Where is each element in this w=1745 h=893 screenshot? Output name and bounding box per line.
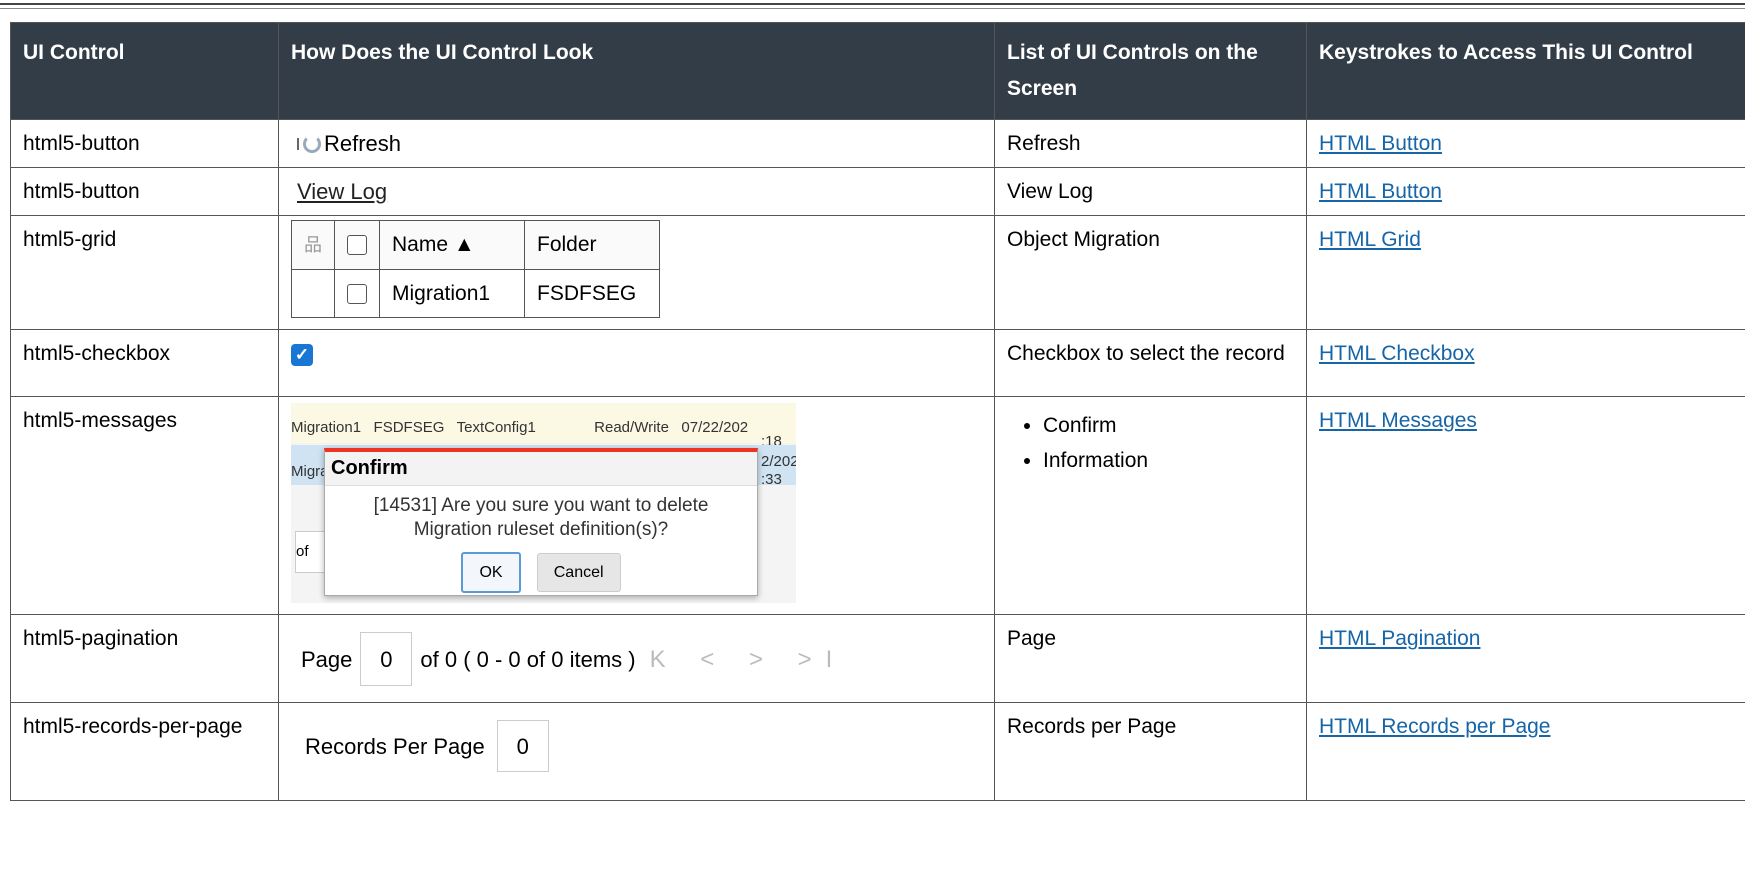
row-checkbox[interactable]: [334, 269, 380, 318]
sample-cell: Refresh: [278, 119, 995, 168]
records-label: Records Per Page: [305, 733, 485, 759]
link-cell: HTML Button: [1306, 119, 1745, 168]
sample-cell: Migration1 FSDFSEG TextConfig1 Read/Writ…: [278, 396, 995, 615]
pagination-sample: Page 0 of 0 ( 0 - 0 of 0 items ) K < > >…: [291, 626, 982, 686]
control-name: html5-grid: [10, 215, 279, 330]
link-cell: HTML Records per Page: [1306, 702, 1745, 801]
link-cell: HTML Pagination: [1306, 614, 1745, 703]
table-row: html5-records-per-page Records Per Page …: [10, 702, 1745, 801]
top-rule: [0, 3, 1745, 5]
view-log-sample[interactable]: View Log: [291, 179, 982, 204]
grid-cell-name: Migration1: [379, 269, 525, 318]
table-header-row: UI Control How Does the UI Control Look …: [10, 22, 1745, 120]
grid-header-row: 品 Name ▲ Folder: [291, 220, 660, 270]
confirm-dialog: Confirm [14531] Are you sure you want to…: [324, 448, 758, 596]
keystroke-link[interactable]: HTML Records per Page: [1319, 715, 1550, 738]
link-cell: HTML Button: [1306, 167, 1745, 216]
page-summary: of 0 ( 0 - 0 of 0 items ): [420, 646, 636, 672]
keystroke-link[interactable]: HTML Messages: [1319, 409, 1477, 432]
cancel-button[interactable]: Cancel: [536, 553, 621, 592]
bg-grid-row: Migration1 FSDFSEG TextConfig1 Read/Writ…: [291, 403, 796, 450]
link-cell: HTML Grid: [1306, 215, 1745, 330]
keystroke-link[interactable]: HTML Button: [1319, 132, 1442, 155]
table-row: html5-button Refresh Refresh HTML Button: [10, 119, 1745, 168]
keystroke-link[interactable]: HTML Button: [1319, 180, 1442, 203]
control-name: html5-messages: [10, 396, 279, 615]
refresh-icon: [303, 134, 321, 153]
sample-cell: 品 Name ▲ Folder Migration1 FSDFSEG: [278, 215, 995, 330]
keystroke-link[interactable]: HTML Pagination: [1319, 627, 1480, 650]
table-row: html5-grid 品 Name ▲ Folder Migration1 FS…: [10, 215, 1745, 330]
records-input[interactable]: 0: [496, 720, 549, 772]
ok-button[interactable]: OK: [461, 552, 521, 593]
checked-checkbox-icon[interactable]: ✓: [291, 344, 313, 366]
grid-col-folder[interactable]: Folder: [524, 220, 660, 270]
sample-cell: View Log: [278, 167, 995, 216]
dialog-title: Confirm: [325, 452, 757, 486]
table-row: html5-checkbox ✓ Checkbox to select the …: [10, 329, 1745, 397]
control-list: Checkbox to select the record: [994, 329, 1307, 397]
sample-cell: Records Per Page 0: [278, 702, 995, 801]
header-keystrokes: Keystrokes to Access This UI Control: [1306, 22, 1745, 120]
records-per-page-sample: Records Per Page 0: [291, 714, 982, 772]
keystroke-link[interactable]: HTML Checkbox: [1319, 342, 1475, 365]
header-ui-control: UI Control: [10, 22, 279, 120]
messages-sample: Migration1 FSDFSEG TextConfig1 Read/Writ…: [291, 403, 796, 603]
control-name: html5-button: [10, 119, 279, 168]
bg-page-of: of: [295, 531, 327, 573]
control-list: Object Migration: [994, 215, 1307, 330]
grid-cell-folder: FSDFSEG: [524, 269, 660, 318]
header-look: How Does the UI Control Look: [278, 22, 995, 120]
list-item: Confirm: [1043, 408, 1294, 443]
refresh-label: Refresh: [324, 131, 402, 156]
control-name: html5-records-per-page: [10, 702, 279, 801]
dialog-buttons: OK Cancel: [325, 552, 757, 593]
control-list: Confirm Information: [994, 396, 1307, 615]
page-label: Page: [301, 646, 353, 672]
control-name: html5-pagination: [10, 614, 279, 703]
keystroke-link[interactable]: HTML Grid: [1319, 228, 1421, 251]
control-list: View Log: [994, 167, 1307, 216]
control-list: Refresh: [994, 119, 1307, 168]
control-name: html5-checkbox: [10, 329, 279, 397]
refresh-button-sample[interactable]: Refresh: [291, 131, 982, 156]
control-name: html5-button: [10, 167, 279, 216]
dialog-message-line2: Migration ruleset definition(s)?: [413, 519, 669, 540]
grid-col-name[interactable]: Name ▲: [379, 220, 525, 270]
page-input[interactable]: 0: [360, 632, 413, 686]
ui-controls-table: UI Control How Does the UI Control Look …: [10, 22, 1745, 801]
separator-icon: [297, 137, 299, 150]
hierarchy-icon: 品: [291, 220, 335, 270]
grid-data-row: Migration1 FSDFSEG: [291, 269, 660, 318]
page-nav-icons[interactable]: K < > >I: [650, 647, 847, 672]
dialog-message-line1: [14531] Are you sure you want to delete: [373, 495, 709, 516]
empty-cell: [291, 269, 335, 318]
control-list: Records per Page: [994, 702, 1307, 801]
list-items: Confirm Information: [1007, 408, 1294, 478]
control-list: Page: [994, 614, 1307, 703]
sample-cell: ✓: [278, 329, 995, 397]
link-cell: HTML Messages: [1306, 396, 1745, 615]
table-row: html5-pagination Page 0 of 0 ( 0 - 0 of …: [10, 614, 1745, 703]
link-cell: HTML Checkbox: [1306, 329, 1745, 397]
select-all-checkbox[interactable]: [334, 220, 380, 270]
table-row: html5-button View Log View Log HTML Butt…: [10, 167, 1745, 216]
grid-sample: 品 Name ▲ Folder Migration1 FSDFSEG: [291, 220, 660, 318]
top-rule-thin: [0, 8, 1745, 9]
table-row: html5-messages Migration1 FSDFSEG TextCo…: [10, 396, 1745, 615]
sample-cell: Page 0 of 0 ( 0 - 0 of 0 items ) K < > >…: [278, 614, 995, 703]
list-item: Information: [1043, 443, 1294, 478]
header-list: List of UI Controls on the Screen: [994, 22, 1307, 120]
